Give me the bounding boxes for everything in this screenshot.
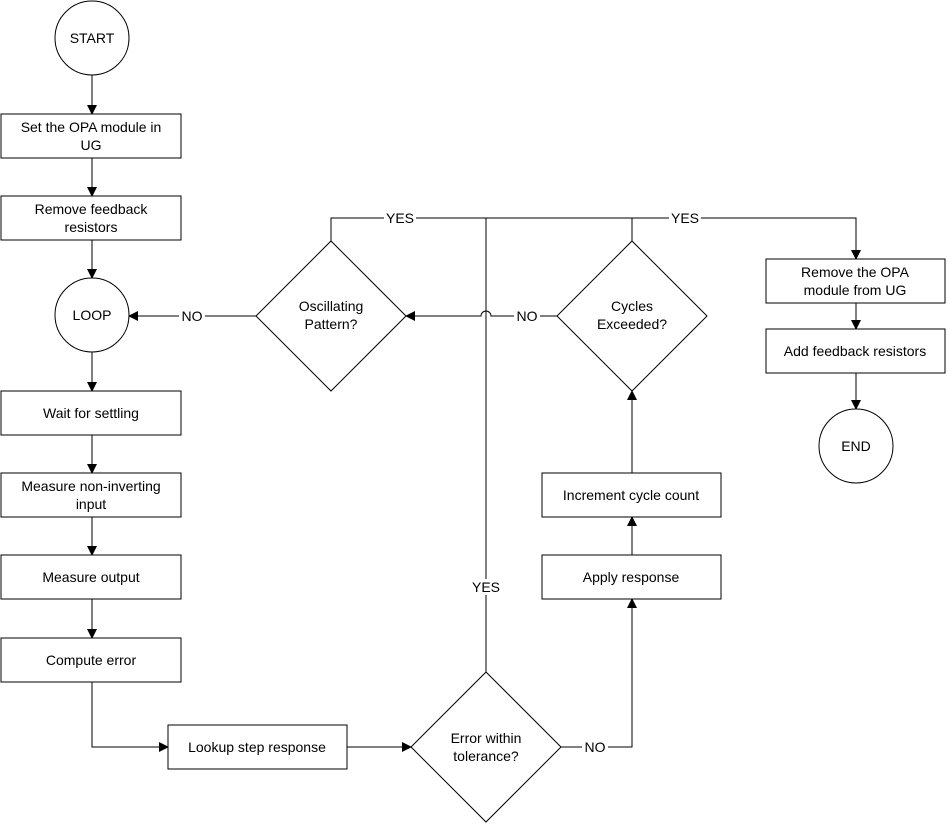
svg-text:Add feedback resistors: Add feedback resistors [784, 343, 926, 359]
node-set-opa: Set the OPA module in UG [0, 113, 182, 159]
node-remove-feedback: Remove feedback resistors [0, 195, 182, 241]
svg-text:input: input [76, 496, 106, 512]
node-wait: Wait for settling [0, 390, 182, 436]
svg-text:Remove the OPA: Remove the OPA [801, 264, 910, 280]
svg-text:resistors: resistors [65, 219, 118, 235]
svg-text:Lookup step response: Lookup step response [188, 739, 326, 755]
svg-text:Wait for settling: Wait for settling [43, 405, 139, 421]
label-cycles-no: NO [517, 308, 538, 324]
flowchart: YES YES YES NO NO NO START Set the OPA m… [0, 0, 946, 823]
svg-text:Error within: Error within [451, 730, 522, 746]
node-add-feedback: Add feedback resistors [765, 328, 946, 374]
node-error-tolerance: Error within tolerance? [410, 671, 562, 823]
svg-text:END: END [841, 438, 871, 454]
node-measure-ninv: Measure non-inverting input [0, 472, 182, 518]
svg-text:tolerance?: tolerance? [453, 748, 519, 764]
svg-text:Increment cycle count: Increment cycle count [563, 487, 699, 503]
node-increment: Increment cycle count [541, 472, 722, 518]
edge-tolerance-no [561, 598, 637, 748]
svg-text:Oscillating: Oscillating [299, 298, 364, 314]
node-lookup: Lookup step response [167, 724, 348, 770]
node-end: END [818, 408, 894, 484]
svg-text:Exceeded?: Exceeded? [597, 316, 667, 332]
node-loop: LOOP [54, 277, 130, 353]
node-start: START [54, 0, 130, 76]
node-apply: Apply response [541, 554, 722, 600]
node-oscillating: Oscillating Pattern? [255, 240, 407, 392]
svg-text:Cycles: Cycles [611, 298, 653, 314]
node-remove-opa: Remove the OPA module from UG [765, 258, 946, 304]
svg-text:Apply response: Apply response [583, 569, 680, 585]
label-tolerance-no: NO [585, 739, 606, 755]
svg-text:Remove feedback: Remove feedback [35, 201, 149, 217]
svg-text:LOOP: LOOP [73, 307, 112, 323]
svg-text:Pattern?: Pattern? [305, 316, 358, 332]
svg-text:Measure non-inverting: Measure non-inverting [21, 478, 160, 494]
label-osc-no: NO [182, 308, 203, 324]
svg-text:START: START [70, 30, 115, 46]
svg-text:Measure output: Measure output [42, 569, 139, 585]
connectors [87, 75, 861, 752]
node-cycles: Cycles Exceeded? [556, 240, 708, 392]
node-measure-output: Measure output [0, 554, 182, 600]
label-tolerance-yes: YES [472, 579, 500, 595]
svg-text:Compute error: Compute error [46, 652, 137, 668]
svg-text:module from UG: module from UG [804, 282, 907, 298]
svg-text:Set the OPA module in: Set the OPA module in [21, 119, 162, 135]
svg-text:UG: UG [81, 137, 102, 153]
label-osc-yes: YES [386, 210, 414, 226]
edge-error-lookup [91, 682, 169, 752]
node-compute-error: Compute error [0, 637, 182, 683]
label-cycles-yes: YES [671, 210, 699, 226]
